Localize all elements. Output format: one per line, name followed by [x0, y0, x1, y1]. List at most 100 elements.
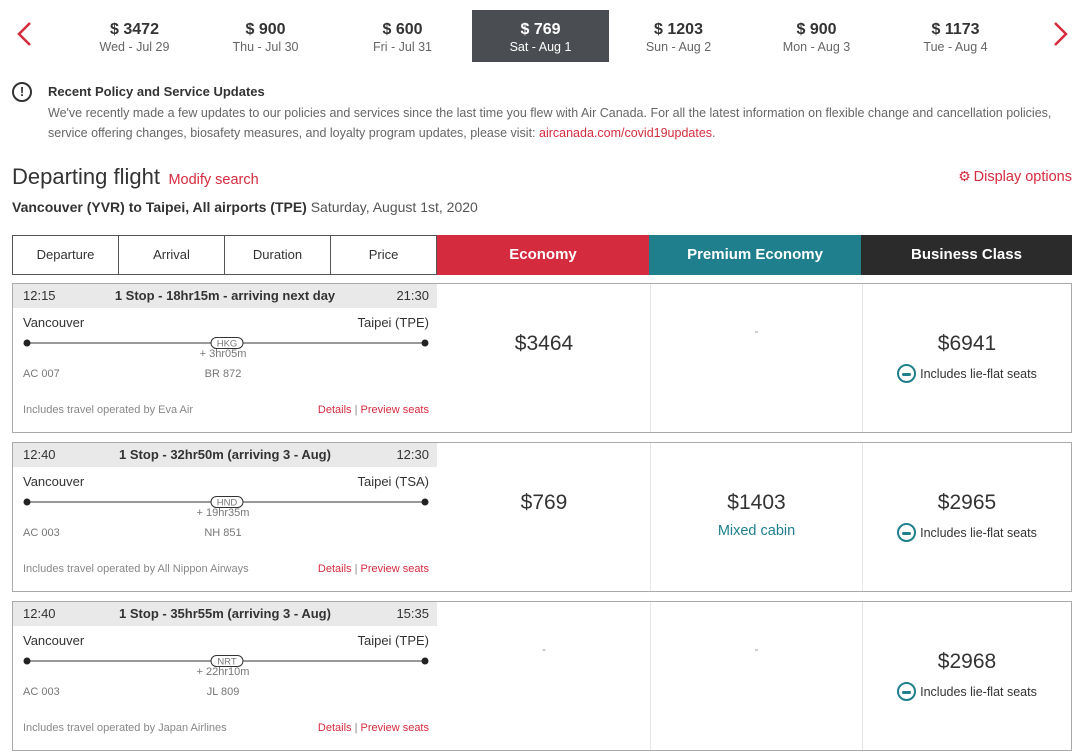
route-cities: Vancouver (YVR) to Taipei, All airports … [12, 199, 307, 215]
flight-number-first: AC 003 [23, 686, 60, 698]
date-price: $ 1203 [654, 21, 703, 38]
premium-unavailable: - [754, 642, 759, 656]
business-fare[interactable]: $6941 [863, 284, 1071, 356]
date-price: $ 1173 [931, 21, 980, 38]
origin-city: Vancouver [23, 315, 85, 330]
premium-economy-cell: - [650, 284, 862, 432]
economy-cell[interactable]: $769 [438, 443, 650, 591]
operated-by-note: Includes travel operated by Japan Airlin… [23, 722, 227, 734]
date-label: Fri - Jul 31 [372, 40, 433, 54]
departure-time: 12:40 [23, 447, 56, 462]
page-heading: Departing flight Modify search [12, 164, 259, 190]
next-dates-arrow-icon[interactable] [1046, 14, 1076, 54]
previous-dates-arrow-icon[interactable] [10, 14, 40, 54]
flight-number-second: BR 872 [204, 368, 242, 380]
sort-departure[interactable]: Departure [12, 235, 118, 275]
premium-economy-cell: - [650, 602, 862, 750]
flight-summary-bar: 1 Stop - 32hr50m (arriving 3 - Aug) 12:40… [13, 443, 437, 467]
premium-fare[interactable]: $1403 [651, 443, 862, 515]
departure-time: 12:15 [23, 288, 56, 303]
date-label: Wed - Jul 29 [99, 40, 170, 54]
economy-fare[interactable]: $3464 [438, 284, 650, 356]
preview-seats-link[interactable]: Preview seats [361, 722, 429, 734]
details-link[interactable]: Details [318, 722, 352, 734]
date-label: Thu - Jul 30 [232, 40, 299, 54]
sort-price[interactable]: Price [330, 235, 437, 275]
business-class-header[interactable]: Business Class [861, 235, 1072, 275]
date-option[interactable]: $ 1173 Tue - Aug 4 [887, 10, 1024, 62]
flight-result: 1 Stop - 35hr55m (arriving 3 - Aug) 12:40… [12, 601, 1072, 751]
business-class-cell[interactable]: $2968 Includes lie-flat seats [862, 602, 1071, 750]
notice-body: We've recently made a few updates to our… [48, 103, 1058, 143]
economy-fare[interactable]: $769 [438, 443, 650, 515]
flight-links: Details | Preview seats [318, 563, 429, 575]
departure-time: 12:40 [23, 606, 56, 621]
preview-seats-link[interactable]: Preview seats [361, 404, 429, 416]
premium-unavailable: - [754, 324, 759, 338]
origin-city: Vancouver [23, 633, 85, 648]
date-price: $ 769 [520, 21, 561, 38]
link-separator: | [354, 563, 358, 575]
flight-result: 1 Stop - 18hr15m - arriving next day 12:1… [12, 283, 1072, 433]
modify-search-link[interactable]: Modify search [168, 172, 258, 188]
economy-header[interactable]: Economy [437, 235, 649, 275]
flight-details: 1 Stop - 32hr50m (arriving 3 - Aug) 12:40… [13, 443, 437, 591]
stops-duration: 1 Stop - 35hr55m (arriving 3 - Aug) [119, 606, 331, 621]
destination-city: Taipei (TSA) [357, 474, 429, 489]
arrival-time: 21:30 [396, 288, 429, 303]
operated-by-note: Includes travel operated by All Nippon A… [23, 563, 249, 575]
sort-arrival[interactable]: Arrival [118, 235, 224, 275]
date-option[interactable]: $ 900 Thu - Jul 30 [197, 10, 334, 62]
date-bar: $ 3472 Wed - Jul 29 $ 900 Thu - Jul 30 $ 600… [0, 0, 1080, 70]
flight-number-first: AC 007 [23, 368, 60, 380]
mixed-cabin-note[interactable]: Mixed cabin [651, 523, 862, 539]
details-link[interactable]: Details [318, 563, 352, 575]
lie-flat-note: Includes lie-flat seats [897, 523, 1037, 542]
covid-updates-link[interactable]: aircanada.com/covid19updates [539, 126, 712, 140]
lie-flat-seat-icon [897, 523, 917, 542]
business-class-cell[interactable]: $2965 Includes lie-flat seats [862, 443, 1071, 591]
lie-flat-label: Includes lie-flat seats [920, 684, 1037, 699]
display-options-label: Display options [973, 169, 1072, 185]
lie-flat-label: Includes lie-flat seats [920, 366, 1037, 381]
business-class-cell[interactable]: $6941 Includes lie-flat seats [862, 284, 1071, 432]
premium-economy-header[interactable]: Premium Economy [649, 235, 861, 275]
flight-number-first: AC 003 [23, 527, 60, 539]
display-options-button[interactable]: ⚙ Display options [958, 168, 1072, 185]
date-label: Tue - Aug 4 [923, 40, 988, 54]
lie-flat-label: Includes lie-flat seats [920, 525, 1037, 540]
gear-icon: ⚙ [958, 168, 971, 184]
flight-number-second: JL 809 [206, 686, 240, 698]
details-link[interactable]: Details [318, 404, 352, 416]
date-label: Mon - Aug 3 [782, 40, 851, 54]
route-date: Saturday, August 1st, 2020 [310, 199, 478, 215]
date-option[interactable]: $ 3472 Wed - Jul 29 [66, 10, 203, 62]
date-label: Sat - Aug 1 [509, 40, 572, 54]
route-line: HKG [23, 336, 429, 350]
sort-duration[interactable]: Duration [224, 235, 330, 275]
date-option[interactable]: $ 600 Fri - Jul 31 [334, 10, 471, 62]
economy-cell[interactable]: $3464 [438, 284, 650, 432]
date-option[interactable]: $ 769 Sat - Aug 1 [472, 10, 609, 62]
notice-title: Recent Policy and Service Updates [48, 84, 265, 99]
page-title: Departing flight [12, 164, 160, 189]
link-separator: | [354, 404, 358, 416]
economy-cell[interactable]: - [438, 602, 650, 750]
layover-duration: + 22hr10m [196, 666, 250, 678]
flight-details: 1 Stop - 18hr15m - arriving next day 12:1… [13, 284, 437, 432]
flight-summary-bar: 1 Stop - 18hr15m - arriving next day 12:1… [13, 284, 437, 308]
date-price: $ 600 [382, 21, 423, 38]
preview-seats-link[interactable]: Preview seats [361, 563, 429, 575]
origin-city: Vancouver [23, 474, 85, 489]
lie-flat-note: Includes lie-flat seats [897, 682, 1037, 701]
link-separator: | [354, 722, 358, 734]
date-price: $ 900 [796, 21, 837, 38]
destination-city: Taipei (TPE) [357, 633, 429, 648]
date-option[interactable]: $ 900 Mon - Aug 3 [748, 10, 885, 62]
flight-links: Details | Preview seats [318, 404, 429, 416]
date-option[interactable]: $ 1203 Sun - Aug 2 [610, 10, 747, 62]
premium-economy-cell[interactable]: $1403 Mixed cabin [650, 443, 862, 591]
business-fare[interactable]: $2968 [863, 602, 1071, 674]
flight-number-second: NH 851 [204, 527, 242, 539]
business-fare[interactable]: $2965 [863, 443, 1071, 515]
